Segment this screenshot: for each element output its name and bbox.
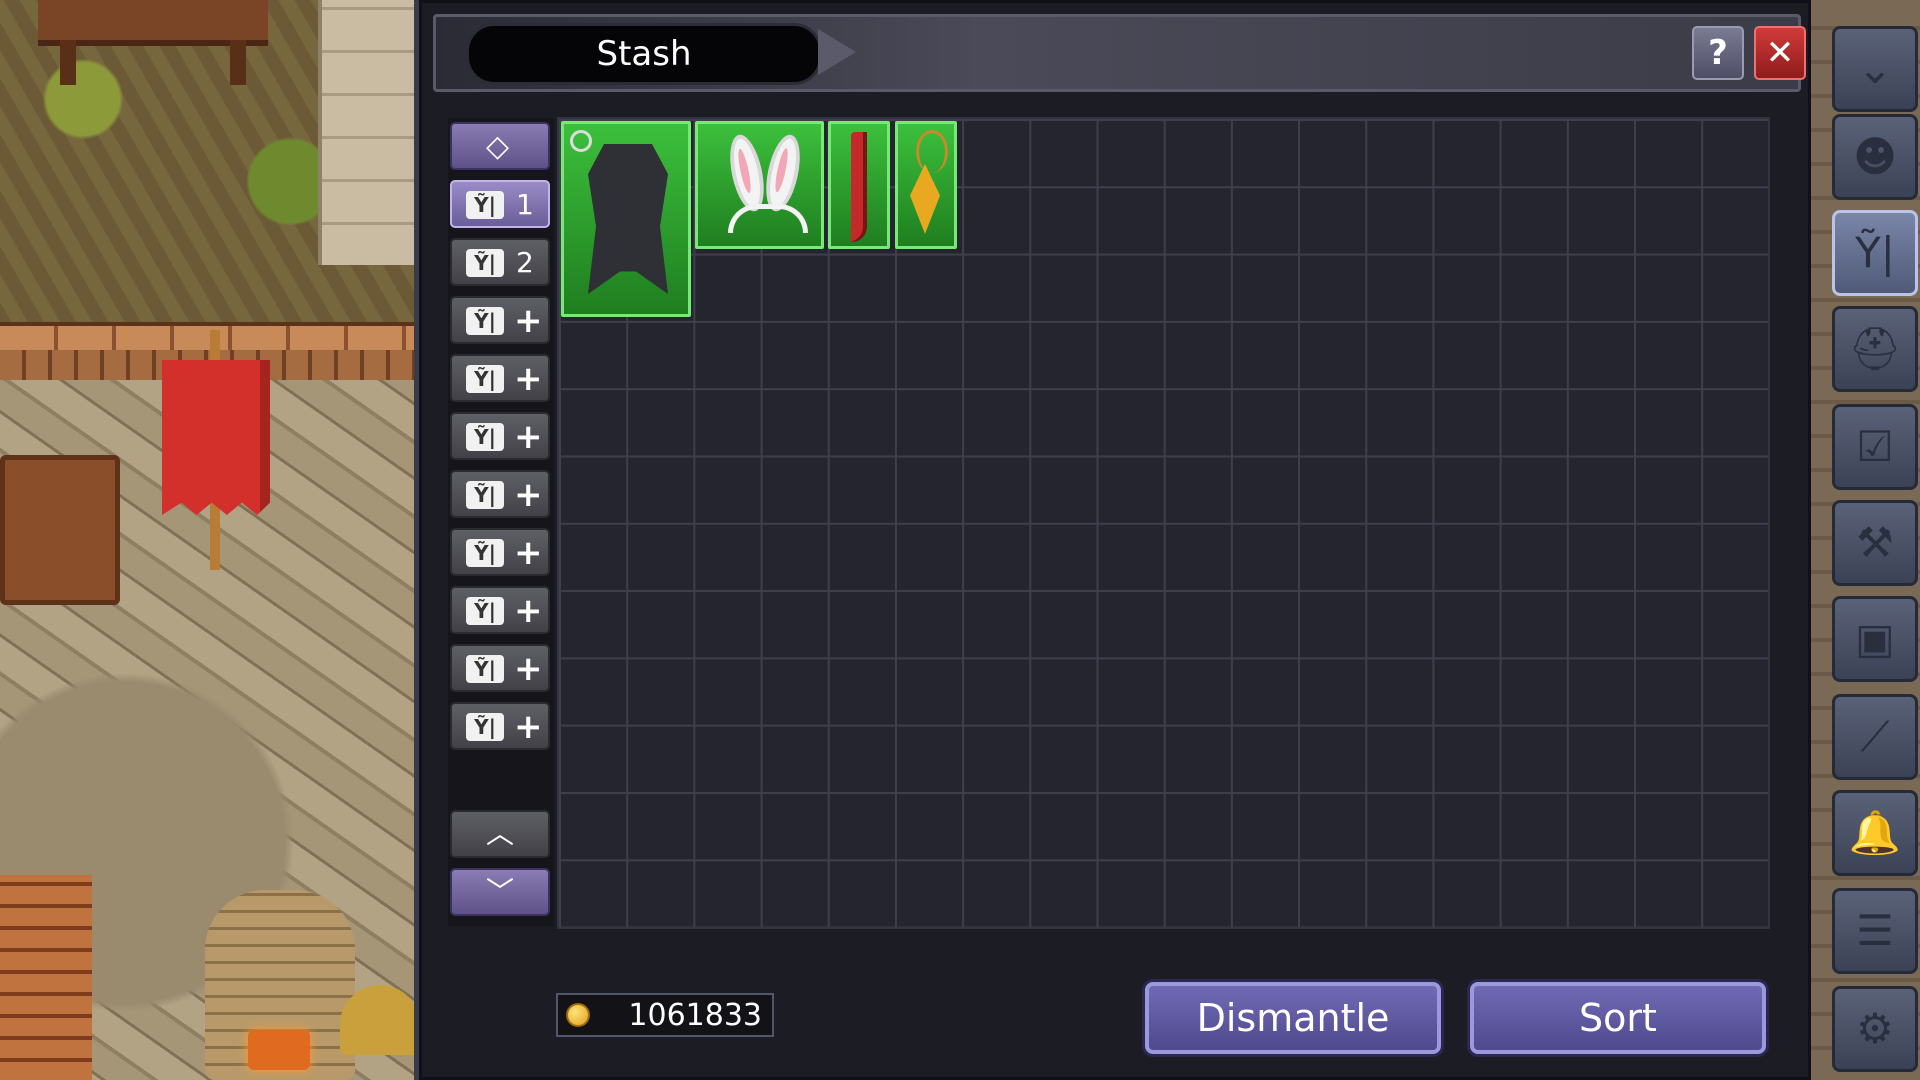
plus-icon: + [514,591,543,631]
headband [728,204,808,233]
weapon-rack [0,455,120,605]
menu-crafting-button[interactable]: ⚒ [1832,500,1918,586]
red-banner [162,360,270,515]
stash-tab-icon: Ỹ| [466,655,504,683]
stash-grid[interactable] [557,117,1770,929]
chevron-down-icon: ﹀ [485,875,514,908]
dismantle-button[interactable]: Dismantle [1145,982,1441,1054]
stash-tab-icon: Ỹ| [466,481,504,509]
title-arrow-ornament [818,29,856,75]
quest-board-icon: ☑ [1856,422,1894,471]
menu-container-button[interactable]: ▣ [1832,596,1918,682]
stash-tab-icon: Ỹ| [466,713,504,741]
menu-stash-button[interactable]: Ỹ| [1832,210,1918,296]
tab-add-stash[interactable]: Ỹ| + [450,702,550,750]
menu-settings-button[interactable]: ⚙ [1832,986,1918,1072]
menu-list-button[interactable]: ☰ [1832,888,1918,974]
settings-gear-icon: ⚙ [1856,1004,1894,1053]
menu-skills-button[interactable]: ⟋ [1832,694,1918,780]
stash-tab-icon: Ỹ| [466,597,504,625]
bell-icon: 🔔 [1848,808,1902,857]
tiled-roof [0,875,92,1080]
bench-leg [230,40,246,85]
bench-leg [60,40,76,85]
plus-icon: + [514,533,543,573]
menu-notifications-button[interactable]: 🔔 [1832,790,1918,876]
hay-pile [340,985,415,1055]
ear-right [760,131,806,215]
stash-tab-icon: Ỹ| [466,423,504,451]
menu-equipment-button[interactable]: ⛑ [1832,306,1918,392]
sort-button[interactable]: Sort [1470,982,1766,1054]
plus-icon: + [514,301,543,341]
tab-add-stash[interactable]: Ỹ| + [450,296,550,344]
bunny-ears-headband-icon [724,131,808,234]
red-dagger-icon [851,132,867,242]
anvil-icon: ⚒ [1856,518,1894,567]
tab-add-stash[interactable]: Ỹ| + [450,586,550,634]
tab-add-stash[interactable]: Ỹ| + [450,354,550,402]
scroll-down-button[interactable]: ﹀ [450,868,550,916]
plus-icon: + [514,707,543,747]
item-chest-armor[interactable] [561,121,691,317]
tab-add-stash[interactable]: Ỹ| + [450,470,550,518]
stash-tab-icon: Ỹ| [466,249,504,277]
kiln-fire [248,1030,310,1070]
menu-quests-button[interactable]: ☑ [1832,404,1918,490]
stash-tab-list: ◇ Ỹ| 1 Ỹ| 2 Ỹ| + Ỹ| + Ỹ| + Ỹ| + Ỹ| + Ỹ| … [448,118,554,926]
chevron-down-icon: ⌄ [1857,44,1893,93]
tab-add-stash[interactable]: Ỹ| + [450,528,550,576]
main-menu-sidebar: ⌄ ☻ Ỹ| ⛑ ☑ ⚒ ▣ ⟋ 🔔 ☰ ⚙ [1832,0,1920,1080]
stash-tab-icon: Ỹ| [466,307,504,335]
item-bunny-ears[interactable] [695,121,824,249]
container-icon: ▣ [1855,614,1895,663]
tab-special-diamond[interactable]: ◇ [450,122,550,170]
plus-icon: + [514,417,543,457]
tab-number: 2 [516,246,534,279]
stash-tab-icon: Ỹ| [466,539,504,567]
diamond-icon: ◇ [486,129,510,164]
game-world-background [0,0,415,1080]
gold-amulet-icon [910,164,940,234]
tab-stash-1[interactable]: Ỹ| 1 [450,180,550,228]
close-button[interactable]: ✕ [1754,26,1806,80]
tab-add-stash[interactable]: Ỹ| + [450,412,550,460]
stone-pillar [318,0,415,265]
gold-counter: 1061833 [556,993,774,1037]
item-gold-amulet[interactable] [895,121,957,249]
tab-number: 1 [516,188,534,221]
tab-stash-2[interactable]: Ỹ| 2 [450,238,550,286]
brick-wall-top [0,322,415,350]
window-title: Stash [466,23,822,85]
list-icon: ☰ [1856,906,1894,955]
amulet-cord [916,130,948,173]
menu-character-button[interactable]: ☻ [1832,114,1918,200]
character-icon: ☻ [1853,132,1897,181]
chest-armor-icon [588,144,668,294]
wand-icon: ⟋ [1860,712,1890,761]
stash-tab-icon: Ỹ| [466,191,504,219]
equipped-ring-indicator [570,130,592,152]
plus-icon: + [514,475,543,515]
stash-icon: Ỹ| [1855,228,1895,277]
help-button[interactable]: ? [1692,26,1744,80]
item-red-dagger[interactable] [828,121,890,249]
helmet-icon: ⛑ [1848,324,1902,373]
gold-amount: 1061833 [628,998,762,1033]
ear-left [724,131,770,215]
stash-titlebar: Stash ? ✕ [433,14,1806,92]
gold-coin-icon [566,1003,590,1027]
plus-icon: + [514,359,543,399]
chevron-up-icon: ︿ [485,817,514,850]
stash-tab-icon: Ỹ| [466,365,504,393]
plus-icon: + [514,649,543,689]
tab-add-stash[interactable]: Ỹ| + [450,644,550,692]
scroll-up-button[interactable]: ︿ [450,810,550,858]
menu-collapse-button[interactable]: ⌄ [1832,26,1918,112]
